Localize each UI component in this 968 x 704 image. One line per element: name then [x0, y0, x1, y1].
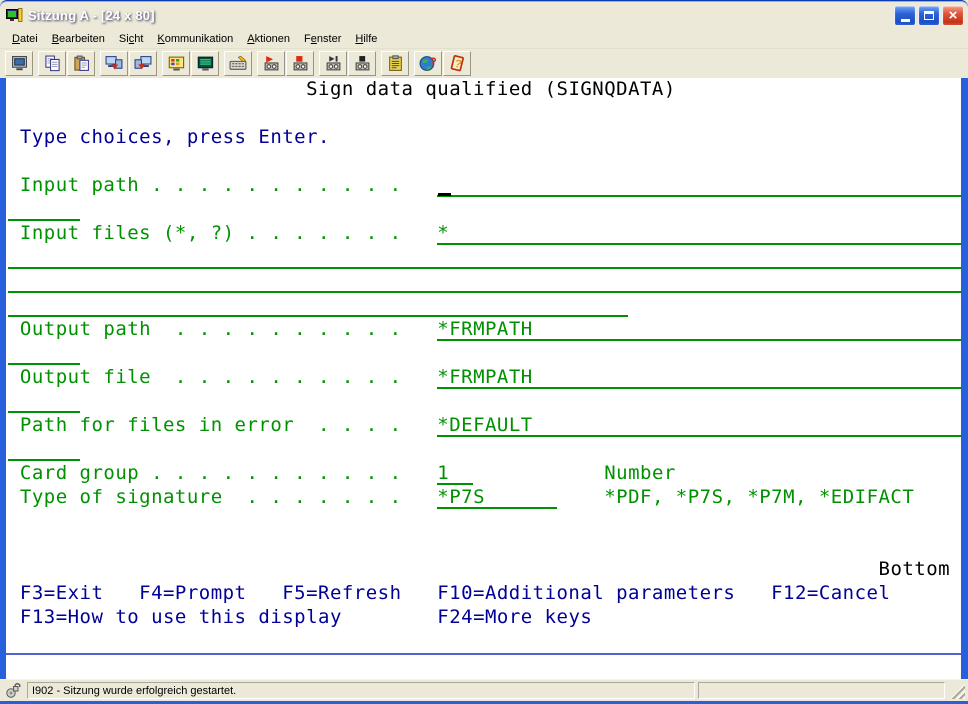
- web-help-button[interactable]: ?: [414, 51, 442, 76]
- play-macro-icon: [263, 55, 280, 72]
- copy-icon: [44, 55, 61, 72]
- output-file-field-cont[interactable]: [8, 391, 80, 413]
- instruction-line: Type choices, press Enter.: [20, 127, 330, 149]
- input-files-field-cont[interactable]: [8, 271, 962, 293]
- window-title: Sitzung A - [24 x 80]: [28, 8, 894, 23]
- input-path-field[interactable]: [437, 175, 962, 197]
- input-files-label: Input files (*, ?) . . . . . . .: [20, 223, 402, 245]
- bottom-indicator: Bottom: [879, 559, 951, 581]
- keyboard-icon: [229, 55, 247, 72]
- send-file-icon: [105, 55, 123, 72]
- color-setup-button[interactable]: [162, 51, 190, 76]
- status-message: I902 - Sitzung wurde erfolgreich gestart…: [32, 685, 236, 697]
- maximize-button[interactable]: [918, 5, 940, 26]
- output-file-label: Output file . . . . . . . . . .: [20, 367, 402, 389]
- signature-type-field[interactable]: *P7S: [437, 487, 556, 509]
- globe-help-icon: ?: [419, 55, 437, 72]
- function-keys-line-1: F3=Exit F4=Prompt F5=Refresh F10=Additio…: [20, 583, 890, 605]
- oia-separator: [6, 653, 961, 655]
- paste-button[interactable]: [67, 51, 95, 76]
- status-message-panel: I902 - Sitzung wurde erfolgreich gestart…: [27, 682, 695, 699]
- clipboard-icon: [387, 55, 404, 72]
- input-files-field-cont[interactable]: [8, 247, 962, 269]
- connection-status-icon: [4, 682, 24, 699]
- close-icon: ×: [949, 8, 958, 23]
- input-path-field-cont[interactable]: [8, 199, 80, 221]
- paste-icon: [73, 55, 90, 72]
- window-controls: ×: [894, 5, 964, 26]
- copy-button[interactable]: [38, 51, 66, 76]
- function-keys-line-2: F13=How to use this display: [20, 607, 342, 629]
- toolbar: ??: [0, 49, 968, 78]
- record-macro-icon: [292, 55, 309, 72]
- display-setup-button[interactable]: [191, 51, 219, 76]
- stop-macro-icon: [354, 55, 371, 72]
- terminal-area: Sign data qualified (SIGNQDATA) Type choi…: [0, 78, 968, 679]
- card-group-label: Card group . . . . . . . . . . .: [20, 463, 402, 485]
- clipboard-button[interactable]: [381, 51, 409, 76]
- output-path-field[interactable]: *FRMPATH: [437, 319, 962, 341]
- card-group-field[interactable]: 1: [437, 463, 473, 485]
- app-icon: [6, 7, 23, 24]
- minimize-icon: [901, 19, 910, 22]
- keyboard-setup-button[interactable]: [224, 51, 252, 76]
- signature-type-label: Type of signature . . . . . . .: [20, 487, 402, 509]
- resize-grip[interactable]: [950, 684, 965, 699]
- function-keys-line-2: F24=More keys: [437, 607, 592, 629]
- send-file-button[interactable]: [100, 51, 128, 76]
- error-path-field-cont[interactable]: [8, 439, 80, 461]
- output-path-label: Output path . . . . . . . . . .: [20, 319, 402, 341]
- menu-hilfe[interactable]: Hilfe: [348, 31, 384, 48]
- step-macro-button[interactable]: [319, 51, 347, 76]
- play-macro-button[interactable]: [257, 51, 285, 76]
- help-icon: ?: [449, 55, 466, 72]
- menu-fenster[interactable]: Fenster: [297, 31, 348, 48]
- menu-kommunikation[interactable]: Kommunikation: [150, 31, 240, 48]
- stop-macro-button[interactable]: [348, 51, 376, 76]
- output-file-field[interactable]: *FRMPATH: [437, 367, 962, 389]
- card-group-hint: Number: [604, 463, 676, 485]
- output-path-field-cont[interactable]: [8, 343, 80, 365]
- terminal-screen[interactable]: Sign data qualified (SIGNQDATA) Type choi…: [6, 78, 961, 654]
- color-display-icon: [168, 55, 185, 72]
- signature-type-hint: *PDF, *P7S, *P7M, *EDIFACT: [604, 487, 914, 509]
- terminal-icon: [11, 55, 28, 72]
- menu-bar: DateiBearbeitenSichtKommunikationAktione…: [0, 30, 968, 49]
- input-files-field[interactable]: *: [437, 223, 962, 245]
- menu-bearbeiten[interactable]: Bearbeiten: [45, 31, 112, 48]
- status-secondary-panel: [698, 682, 945, 699]
- status-bar: I902 - Sitzung wurde erfolgreich gestart…: [0, 679, 968, 701]
- maximize-icon: [924, 11, 934, 20]
- error-path-label: Path for files in error . . . .: [20, 415, 402, 437]
- title-bar: Sitzung A - [24 x 80] ×: [0, 0, 968, 30]
- record-macro-button[interactable]: [286, 51, 314, 76]
- session-jump-button[interactable]: [5, 51, 33, 76]
- app-window: Sitzung A - [24 x 80] × DateiBearbeitenS…: [0, 0, 968, 704]
- menu-datei[interactable]: Datei: [5, 31, 45, 48]
- step-macro-icon: [325, 55, 342, 72]
- receive-file-button[interactable]: [129, 51, 157, 76]
- menu-aktionen[interactable]: Aktionen: [240, 31, 297, 48]
- text-cursor: [438, 193, 451, 196]
- input-path-label: Input path . . . . . . . . . . .: [20, 175, 402, 197]
- close-button[interactable]: ×: [942, 5, 964, 26]
- help-button[interactable]: ?: [443, 51, 471, 76]
- receive-file-icon: [134, 55, 152, 72]
- error-path-field[interactable]: *DEFAULT: [437, 415, 962, 437]
- screen-title: Sign data qualified (SIGNQDATA): [306, 79, 676, 101]
- minimize-button[interactable]: [894, 5, 916, 26]
- input-files-field-cont[interactable]: [8, 295, 628, 317]
- green-display-icon: [197, 55, 214, 72]
- svg-text:?: ?: [430, 56, 437, 69]
- menu-sicht[interactable]: Sicht: [112, 31, 150, 48]
- svg-text:?: ?: [453, 58, 463, 71]
